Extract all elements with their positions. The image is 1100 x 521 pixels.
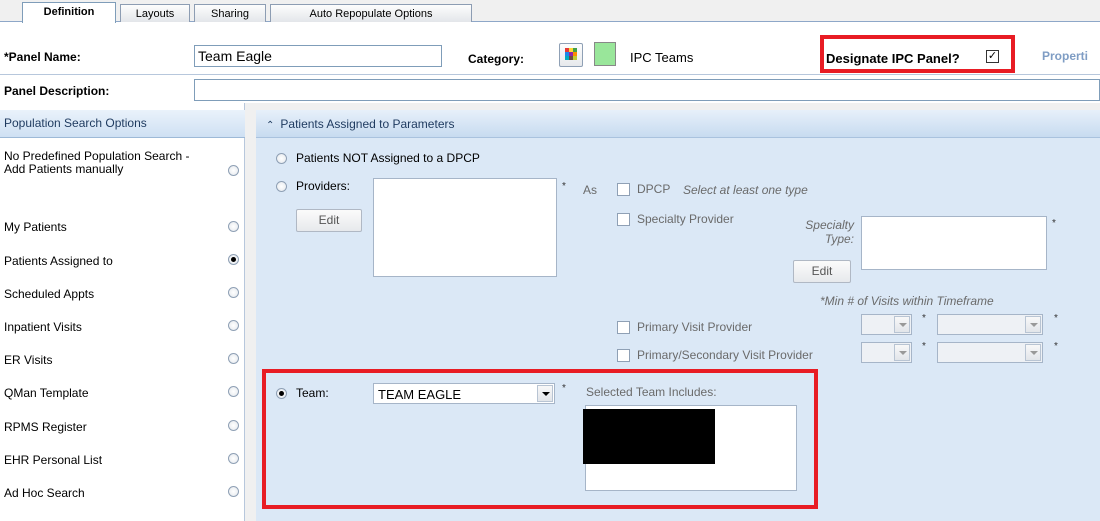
primary-secondary-min-select[interactable]	[861, 342, 912, 363]
highlight-team-section	[262, 369, 818, 509]
primary-visit-timeframe-select[interactable]	[937, 314, 1043, 335]
providers-required-star: *	[562, 181, 566, 192]
category-value: IPC Teams	[630, 50, 694, 65]
option-radio-ehr-personal-list[interactable]	[228, 453, 239, 464]
panel-name-label: *Panel Name:	[4, 50, 81, 64]
dpcp-label: DPCP	[637, 182, 671, 196]
primary-visit-star-1: *	[922, 313, 926, 324]
specialty-type-label-1: Specialty	[805, 218, 854, 232]
option-radio-qman-template[interactable]	[228, 386, 239, 397]
parameters-header: ⌃ Patients Assigned to Parameters	[256, 110, 1100, 138]
specialty-type-label-2: Type:	[824, 232, 854, 246]
specialty-provider-checkbox[interactable]	[617, 213, 630, 226]
color-palette-icon	[565, 48, 577, 60]
specialty-provider-label: Specialty Provider	[637, 212, 734, 226]
providers-label: Providers:	[296, 179, 351, 193]
tab-layouts[interactable]: Layouts	[120, 4, 190, 22]
option-label-qman-template: QMan Template	[4, 386, 89, 400]
parameters-title: Patients Assigned to Parameters	[280, 117, 455, 131]
primary-secondary-label: Primary/Secondary Visit Provider	[637, 348, 813, 362]
collapse-chevron-icon[interactable]: ⌃	[266, 120, 274, 131]
chevron-down-icon[interactable]	[894, 316, 910, 333]
option-radio-scheduled-appts[interactable]	[228, 287, 239, 298]
dpcp-checkbox[interactable]	[617, 183, 630, 196]
properties-link[interactable]: Properti	[1042, 49, 1088, 63]
providers-list[interactable]	[373, 178, 557, 277]
option-label-my-patients: My Patients	[4, 220, 67, 234]
option-label-ehr-personal-list: EHR Personal List	[4, 453, 103, 467]
panel-name-input[interactable]: Team Eagle	[194, 45, 442, 67]
highlight-designate-ipc	[820, 35, 1015, 73]
specialty-edit-button[interactable]: Edit	[793, 260, 851, 283]
primary-secondary-checkbox[interactable]	[617, 349, 630, 362]
dpcp-hint: Select at least one type	[683, 183, 808, 197]
option-label-er-visits: ER Visits	[4, 353, 53, 367]
header-separator	[0, 74, 1100, 75]
tab-definition[interactable]: Definition	[22, 2, 116, 23]
option-radio-no-predefined[interactable]	[228, 165, 239, 176]
option-radio-inpatient-visits[interactable]	[228, 320, 239, 331]
providers-edit-button[interactable]: Edit	[296, 209, 362, 232]
category-label: Category:	[468, 52, 525, 66]
option-label-ad-hoc-search: Ad Hoc Search	[4, 486, 85, 500]
option-radio-rpms-register[interactable]	[228, 420, 239, 431]
option-label-rpms-register: RPMS Register	[4, 420, 87, 434]
specialty-type-list[interactable]	[861, 216, 1047, 270]
primary-visit-min-select[interactable]	[861, 314, 912, 335]
primary-secondary-star-1: *	[922, 341, 926, 352]
tab-auto-repopulate[interactable]: Auto Repopulate Options	[270, 4, 472, 22]
chevron-down-icon[interactable]	[894, 344, 910, 361]
primary-secondary-star-2: *	[1054, 341, 1058, 352]
option-label-scheduled-appts: Scheduled Appts	[4, 287, 95, 301]
panel-description-label: Panel Description:	[4, 84, 110, 98]
chevron-down-icon[interactable]	[1025, 316, 1041, 333]
option-radio-my-patients[interactable]	[228, 221, 239, 232]
option-radio-patients-assigned[interactable]	[228, 254, 239, 265]
category-color-swatch	[594, 42, 616, 66]
primary-visit-star-2: *	[1054, 313, 1058, 324]
min-visits-label: *Min # of Visits within Timeframe	[820, 294, 994, 308]
tab-sharing[interactable]: Sharing	[194, 4, 266, 22]
primary-secondary-timeframe-select[interactable]	[937, 342, 1043, 363]
not-assigned-label: Patients NOT Assigned to a DPCP	[296, 151, 480, 165]
specialty-required-star: *	[1052, 218, 1056, 229]
primary-visit-checkbox[interactable]	[617, 321, 630, 334]
panel-description-input[interactable]	[194, 79, 1100, 101]
not-assigned-radio[interactable]	[276, 153, 287, 164]
option-label-patients-assigned: Patients Assigned to	[4, 254, 113, 268]
category-picker-button[interactable]	[559, 43, 583, 67]
primary-visit-label: Primary Visit Provider	[637, 320, 753, 334]
providers-radio[interactable]	[276, 181, 287, 192]
option-label-inpatient-visits: Inpatient Visits	[4, 320, 82, 334]
as-label: As	[583, 183, 598, 197]
tab-bar: Definition Layouts Sharing Auto Repopula…	[0, 0, 1100, 23]
chevron-down-icon[interactable]	[1025, 344, 1041, 361]
option-radio-er-visits[interactable]	[228, 353, 239, 364]
option-radio-ad-hoc-search[interactable]	[228, 486, 239, 497]
population-search-header: Population Search Options	[0, 110, 245, 138]
option-label-no-predefined: No Predefined Population Search - Add Pa…	[4, 149, 190, 176]
